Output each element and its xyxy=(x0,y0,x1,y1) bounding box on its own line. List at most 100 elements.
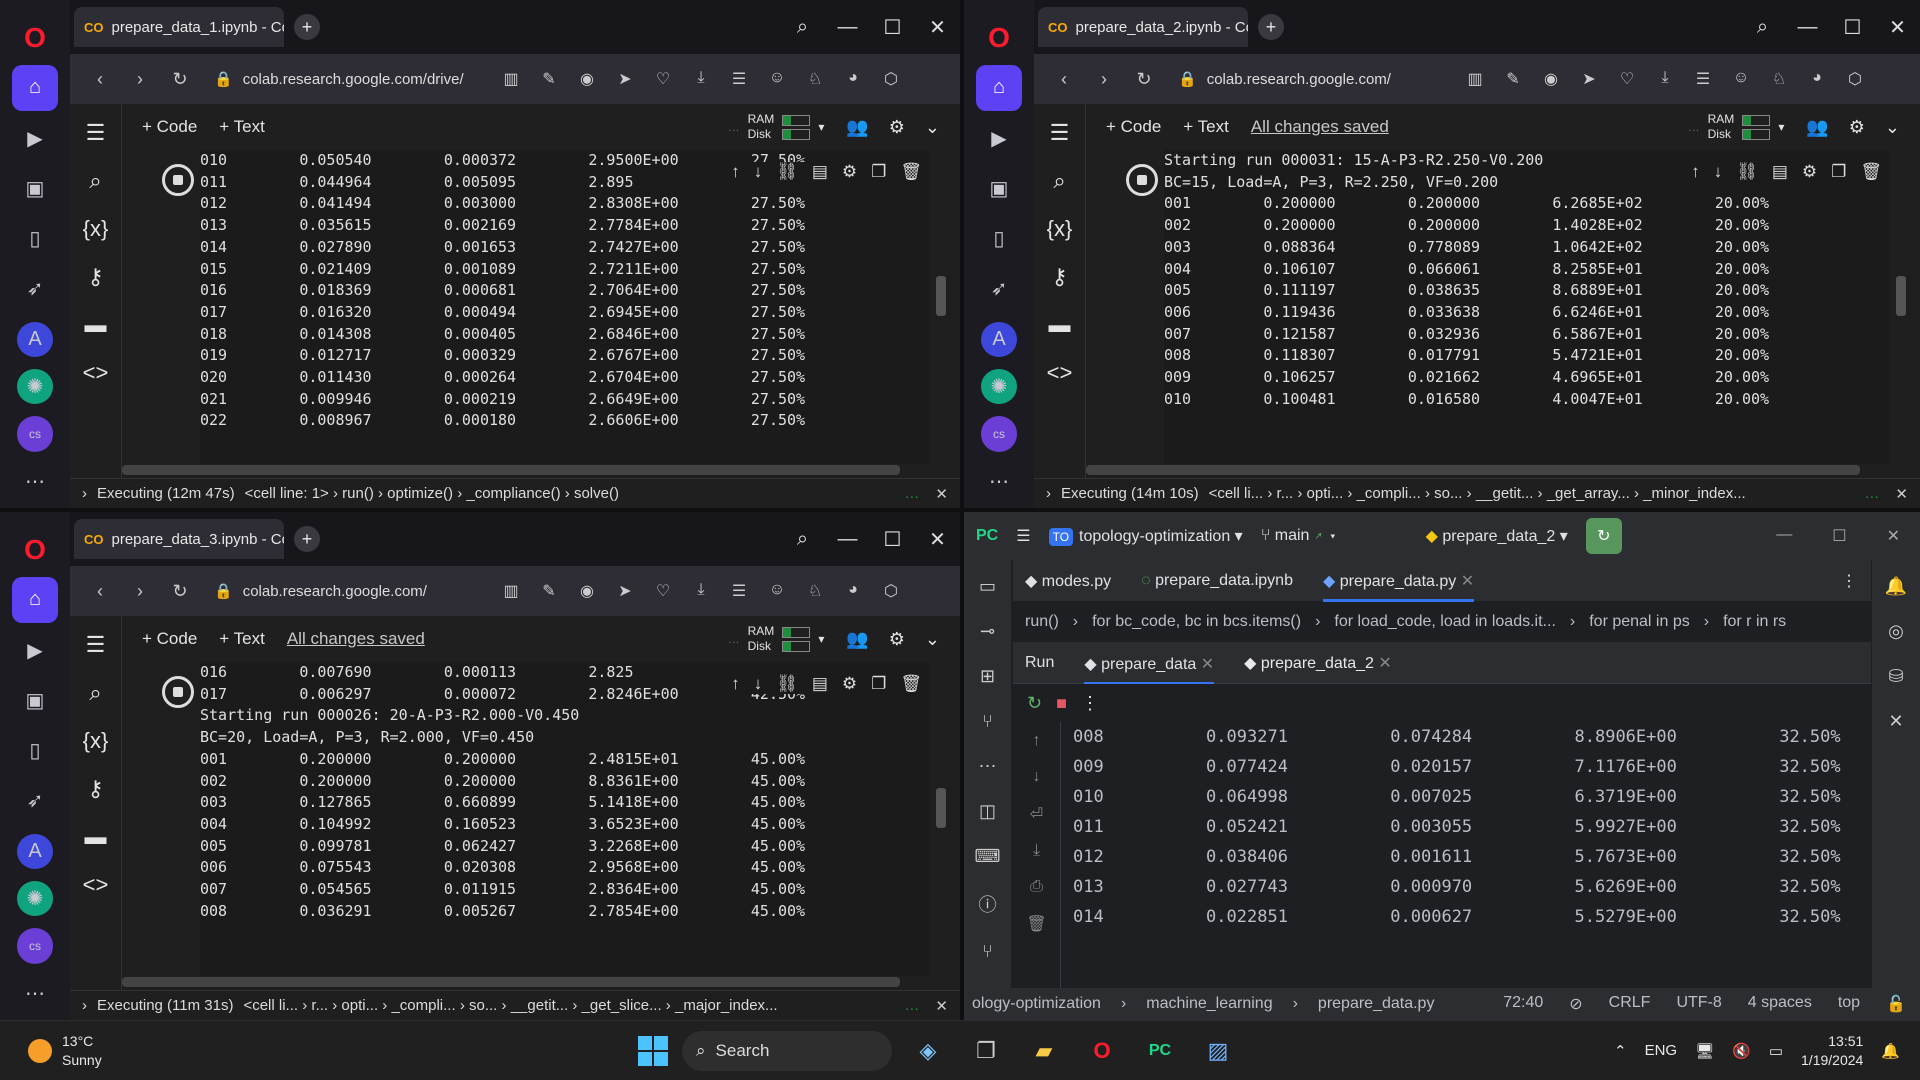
maximize-button[interactable]: ☐ xyxy=(1830,15,1875,40)
back-icon[interactable]: ‹ xyxy=(80,69,120,90)
tab-modes-py[interactable]: ◆ modes.py xyxy=(1025,571,1111,591)
run-tab-prepare-data-2[interactable]: ◆ prepare_data_2 ✕ xyxy=(1244,653,1392,673)
reader-icon[interactable]: ▥ xyxy=(492,581,530,601)
cs-icon[interactable]: cs xyxy=(17,416,53,452)
status-path-item[interactable]: ology-optimization xyxy=(972,995,1101,1013)
back-icon[interactable]: ‹ xyxy=(80,581,120,602)
trace-frame[interactable]: _major_index... xyxy=(675,997,778,1014)
mirror-icon[interactable]: ❐ xyxy=(871,674,886,694)
opera-logo-icon[interactable]: O xyxy=(976,15,1022,60)
forward-icon[interactable]: › xyxy=(1084,69,1124,90)
tab-prepare-data-ipynb[interactable]: ◌ prepare_data.ipynb xyxy=(1141,572,1293,590)
volume-icon[interactable]: 🔇 xyxy=(1732,1042,1751,1060)
task-view-icon[interactable]: ❐ xyxy=(964,1029,1008,1073)
chevron-up-icon[interactable]: ⌃ xyxy=(1614,1042,1627,1060)
pycharm-icon[interactable]: PC xyxy=(1138,1029,1182,1073)
move-up-icon[interactable]: ↑ xyxy=(731,674,740,694)
crumb[interactable]: for load_code, load in loads.it... xyxy=(1334,613,1555,631)
interpreter[interactable]: top xyxy=(1838,994,1860,1014)
terminal-icon[interactable]: ⌨ xyxy=(975,846,1001,867)
player-icon[interactable]: ▶ xyxy=(12,628,58,673)
cube-icon[interactable]: ⬡ xyxy=(872,581,910,601)
variables-icon[interactable]: {x} xyxy=(83,728,109,754)
mirror-icon[interactable]: ❐ xyxy=(871,162,886,182)
scrollbar[interactable] xyxy=(936,787,946,828)
collapse-icon[interactable]: ⌄ xyxy=(1885,117,1900,138)
reload-icon[interactable]: ↻ xyxy=(1124,69,1164,90)
cell-settings-icon[interactable]: ⚙ xyxy=(842,162,857,182)
minimize-button[interactable]: — xyxy=(1776,526,1792,546)
more-icon[interactable]: ⋯ xyxy=(12,459,58,504)
trace-frame[interactable]: so... xyxy=(1434,485,1462,502)
python-console-icon[interactable]: ◫ xyxy=(979,801,996,822)
edit-icon[interactable]: ✎ xyxy=(530,69,568,89)
maximize-button[interactable]: ☐ xyxy=(1832,526,1846,546)
comment-icon[interactable]: ▤ xyxy=(812,162,828,182)
scrollbar[interactable] xyxy=(1896,275,1906,316)
new-tab-button[interactable]: + xyxy=(294,14,320,40)
project-icon[interactable]: ▭ xyxy=(979,576,996,597)
code-cell[interactable]: 016 0.007690 0.000113 2.825 017 0.006297 … xyxy=(150,662,950,976)
status-path-item[interactable]: machine_learning xyxy=(1146,995,1272,1013)
collapse-icon[interactable]: ⌄ xyxy=(925,629,940,650)
share-icon[interactable]: 👥 xyxy=(1806,117,1828,138)
extension-icon[interactable]: ◕ xyxy=(834,69,872,89)
trace-frame[interactable]: solve() xyxy=(574,485,619,502)
add-text-button[interactable]: + Text xyxy=(219,629,265,649)
pull-requests-icon[interactable]: ⑂ xyxy=(982,711,993,732)
url-field[interactable]: 🔒 colab.research.google.com/ xyxy=(214,582,484,601)
rerun-button[interactable]: ↻ xyxy=(1585,518,1622,554)
expand-icon[interactable]: › xyxy=(1046,485,1051,502)
home-icon[interactable]: ⌂ xyxy=(12,577,58,623)
send-icon[interactable]: ➤ xyxy=(606,69,644,89)
start-icon[interactable] xyxy=(638,1035,668,1066)
easy-setup-icon[interactable]: ☰ xyxy=(720,69,758,89)
send-icon[interactable]: ➤ xyxy=(1570,69,1608,89)
sciview-icon[interactable]: ✕ xyxy=(1888,711,1903,732)
git-icon[interactable]: ⑂ xyxy=(982,941,993,962)
scroll-up-icon[interactable]: ↑ xyxy=(1033,732,1041,750)
trace-frame[interactable]: r... xyxy=(311,997,328,1014)
minimize-button[interactable]: — xyxy=(1785,16,1830,39)
key-icon[interactable]: ⚷ xyxy=(1051,264,1067,290)
move-up-icon[interactable]: ↑ xyxy=(731,162,740,182)
add-text-button[interactable]: + Text xyxy=(219,117,265,137)
chatgpt-icon[interactable]: ✺ xyxy=(17,880,53,917)
collapse-icon[interactable]: ⌄ xyxy=(925,117,940,138)
file-explorer-icon[interactable]: ▰ xyxy=(1022,1029,1066,1073)
close-button[interactable]: ✕ xyxy=(915,527,960,552)
notifications-icon[interactable]: ♘ xyxy=(1760,69,1798,89)
close-status-icon[interactable]: ✕ xyxy=(935,997,948,1015)
close-button[interactable]: ✕ xyxy=(1875,15,1920,40)
camera-icon[interactable]: ◉ xyxy=(568,581,606,601)
code-cell[interactable]: 010 0.050540 0.000372 2.9500E+00 27.50% 0… xyxy=(150,150,950,464)
add-code-button[interactable]: + Code xyxy=(142,117,197,137)
reader-icon[interactable]: ▥ xyxy=(1456,69,1494,89)
comment-icon[interactable]: ▤ xyxy=(812,674,828,694)
browser-tab[interactable]: CO prepare_data_3.ipynb - Co xyxy=(74,519,284,559)
browser-tab[interactable]: CO prepare_data_2.ipynb - Co xyxy=(1038,7,1248,47)
rocket-icon[interactable]: ➶ xyxy=(12,266,58,311)
rerun-icon[interactable]: ↻ xyxy=(1027,693,1042,714)
home-icon[interactable]: ⌂ xyxy=(12,65,58,111)
chevron-down-icon[interactable]: ▾ xyxy=(818,632,824,646)
save-status[interactable]: All changes saved xyxy=(1251,117,1389,137)
heart-icon[interactable]: ♡ xyxy=(1608,69,1646,89)
move-down-icon[interactable]: ↓ xyxy=(754,674,763,694)
briefcase-icon[interactable]: ▣ xyxy=(976,166,1022,211)
trace-frame[interactable]: _get_slice... xyxy=(582,997,662,1014)
close-status-icon[interactable]: ✕ xyxy=(935,485,948,503)
search-icon[interactable]: ⌕ xyxy=(1053,168,1065,194)
send-icon[interactable]: ➤ xyxy=(606,581,644,601)
save-status[interactable]: All changes saved xyxy=(287,629,425,649)
more-icon[interactable]: … xyxy=(1864,485,1879,503)
delete-icon[interactable]: 🗑 xyxy=(900,674,922,694)
branch-selector[interactable]: ⑂ main ↗ ▾ xyxy=(1261,527,1338,545)
soft-wrap-icon[interactable]: ⏎ xyxy=(1030,804,1043,824)
browser-tab[interactable]: CO prepare_data_1.ipynb - Co xyxy=(74,7,284,47)
trace-frame[interactable]: _compli... xyxy=(391,997,455,1014)
folder-icon[interactable]: ▬ xyxy=(85,312,107,338)
stop-run-icon[interactable] xyxy=(162,676,194,708)
search-icon[interactable]: ⌕ xyxy=(89,168,101,194)
opera-logo-icon[interactable]: O xyxy=(12,15,58,60)
